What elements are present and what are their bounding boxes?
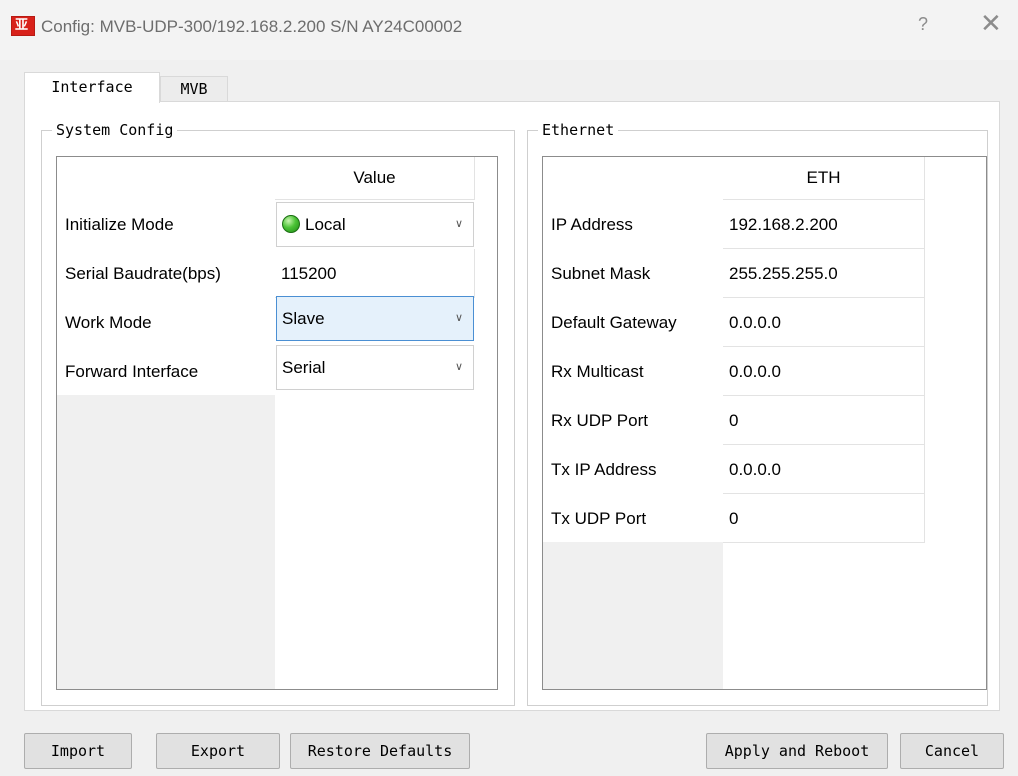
tx-udp-port-input[interactable]: 0 xyxy=(723,494,925,543)
import-button[interactable]: Import xyxy=(24,733,132,769)
row-label-subnet-mask: Subnet Mask xyxy=(551,264,651,283)
row-label-tx-udp-port: Tx UDP Port xyxy=(551,509,647,528)
tab-panel: System Config Value Initialize Mode Seri… xyxy=(24,101,1000,711)
tab-mvb[interactable]: MVB xyxy=(160,76,228,102)
ethernet-title: Ethernet xyxy=(538,121,619,139)
forward-interface-value: Serial xyxy=(282,358,326,377)
system-config-group: System Config Value Initialize Mode Seri… xyxy=(41,121,515,706)
serial-baudrate-input[interactable]: 115200 xyxy=(275,249,475,298)
app-logo-icon: 亚 xyxy=(11,16,35,36)
right-blank xyxy=(475,157,497,689)
row-label-work-mode: Work Mode xyxy=(65,313,152,332)
tab-interface[interactable]: Interface xyxy=(24,72,160,103)
ip-address-input[interactable]: 192.168.2.200 xyxy=(723,200,925,249)
row-label-initialize-mode: Initialize Mode xyxy=(65,215,174,234)
row-label-serial-baudrate: Serial Baudrate(bps) xyxy=(65,264,221,283)
row-label-tx-ip-address: Tx IP Address xyxy=(551,460,657,479)
rx-multicast-input[interactable]: 0.0.0.0 xyxy=(723,347,925,396)
tx-ip-address-input[interactable]: 0.0.0.0 xyxy=(723,445,925,494)
row-label-forward-interface: Forward Interface xyxy=(65,362,199,381)
empty-area xyxy=(275,395,497,689)
close-button[interactable]: ✕ xyxy=(980,8,1002,39)
column-header-value: Value xyxy=(275,157,475,200)
chevron-down-icon: ∨ xyxy=(454,218,463,230)
row-header-area xyxy=(543,542,723,689)
initialize-mode-dropdown[interactable]: Local ∨ xyxy=(276,202,474,247)
window-title: Config: MVB-UDP-300/192.168.2.200 S/N AY… xyxy=(41,17,463,36)
green-led-icon xyxy=(282,215,300,233)
export-button[interactable]: Export xyxy=(156,733,280,769)
cancel-button[interactable]: Cancel xyxy=(900,733,1004,769)
system-config-table: Value Initialize Mode Serial Baudrate(bp… xyxy=(56,156,498,690)
chevron-down-icon: ∨ xyxy=(454,312,463,324)
ethernet-group: Ethernet ETH IP Address Subnet Mask Defa… xyxy=(527,121,988,706)
row-label-default-gateway: Default Gateway xyxy=(551,313,677,332)
work-mode-dropdown[interactable]: Slave ∨ xyxy=(276,296,474,341)
rx-udp-port-input[interactable]: 0 xyxy=(723,396,925,445)
apply-and-reboot-button[interactable]: Apply and Reboot xyxy=(706,733,888,769)
row-label-rx-multicast: Rx Multicast xyxy=(551,362,644,381)
default-gateway-input[interactable]: 0.0.0.0 xyxy=(723,298,925,347)
restore-defaults-button[interactable]: Restore Defaults xyxy=(290,733,470,769)
forward-interface-dropdown[interactable]: Serial ∨ xyxy=(276,345,474,390)
chevron-down-icon: ∨ xyxy=(454,361,463,373)
ethernet-table: ETH IP Address Subnet Mask Default Gatew… xyxy=(542,156,987,690)
initialize-mode-value: Local xyxy=(305,215,346,234)
row-label-rx-udp-port: Rx UDP Port xyxy=(551,411,648,430)
work-mode-value: Slave xyxy=(282,309,325,328)
row-label-ip-address: IP Address xyxy=(551,215,633,234)
column-header-eth: ETH xyxy=(723,157,925,200)
help-button[interactable]: ? xyxy=(918,14,928,35)
title-bar: 亚 Config: MVB-UDP-300/192.168.2.200 S/N … xyxy=(0,0,1018,60)
subnet-mask-input[interactable]: 255.255.255.0 xyxy=(723,249,925,298)
system-config-title: System Config xyxy=(52,121,178,139)
